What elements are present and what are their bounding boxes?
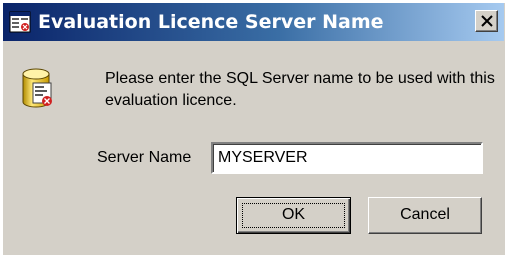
close-icon <box>481 15 493 27</box>
ok-button-label: OK <box>281 206 306 223</box>
title-bar[interactable]: Evaluation Licence Server Name <box>3 3 504 41</box>
server-name-input[interactable] <box>211 142 483 174</box>
close-button[interactable] <box>475 10 498 32</box>
window-title: Evaluation Licence Server Name <box>38 11 384 33</box>
cancel-button-label: Cancel <box>400 206 450 223</box>
server-name-label: Server Name <box>97 149 192 166</box>
cancel-button[interactable]: Cancel <box>368 197 482 234</box>
prompt-message: Please enter the SQL Server name to be u… <box>105 70 495 109</box>
app-window-icon <box>9 11 31 33</box>
ok-button[interactable]: OK <box>236 197 351 234</box>
database-icon <box>21 67 55 109</box>
